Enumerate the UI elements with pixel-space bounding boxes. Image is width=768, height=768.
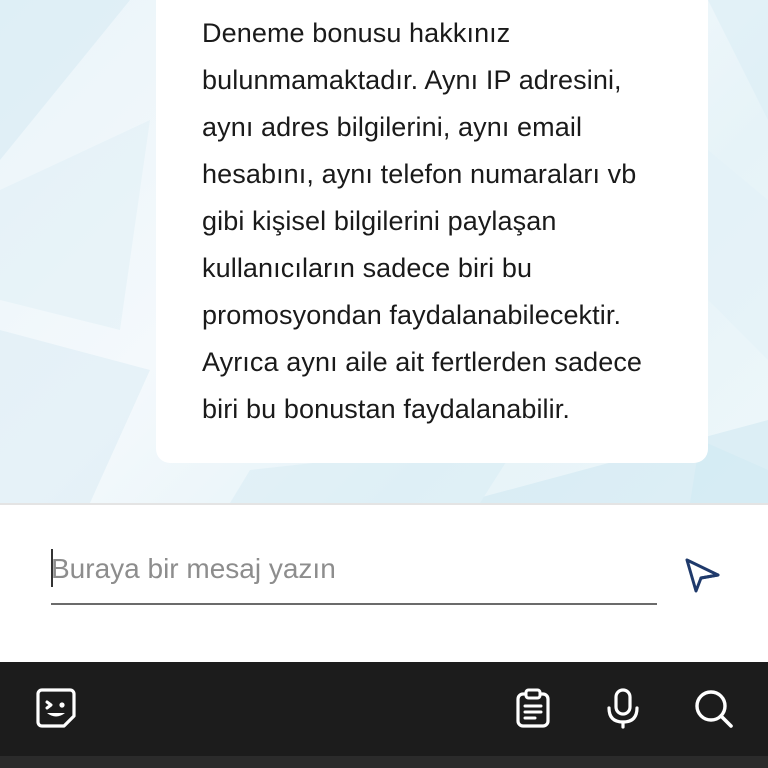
message-input[interactable] xyxy=(51,545,657,605)
voice-input-button[interactable] xyxy=(600,685,646,731)
bottom-edge xyxy=(0,756,768,768)
microphone-icon xyxy=(607,688,639,729)
search-button[interactable] xyxy=(690,685,736,731)
incoming-message-bubble[interactable]: Deneme bonusu hakkınız bulunmamaktadır. … xyxy=(156,0,708,463)
clipboard-button[interactable] xyxy=(510,685,556,731)
send-button[interactable] xyxy=(680,553,724,597)
chat-background: Deneme bonusu hakkınız bulunmamaktadır. … xyxy=(0,0,768,503)
clipboard-icon xyxy=(516,688,550,728)
send-icon xyxy=(685,558,720,593)
text-caret xyxy=(51,549,53,587)
keyboard-toolbar xyxy=(0,662,768,756)
message-text: Deneme bonusu hakkınız bulunmamaktadır. … xyxy=(202,18,643,424)
chat-screen: Deneme bonusu hakkınız bulunmamaktadır. … xyxy=(0,0,768,768)
sticker-button[interactable] xyxy=(33,685,79,731)
search-icon xyxy=(695,690,733,728)
message-composer xyxy=(0,505,768,662)
sticker-icon xyxy=(36,688,76,728)
